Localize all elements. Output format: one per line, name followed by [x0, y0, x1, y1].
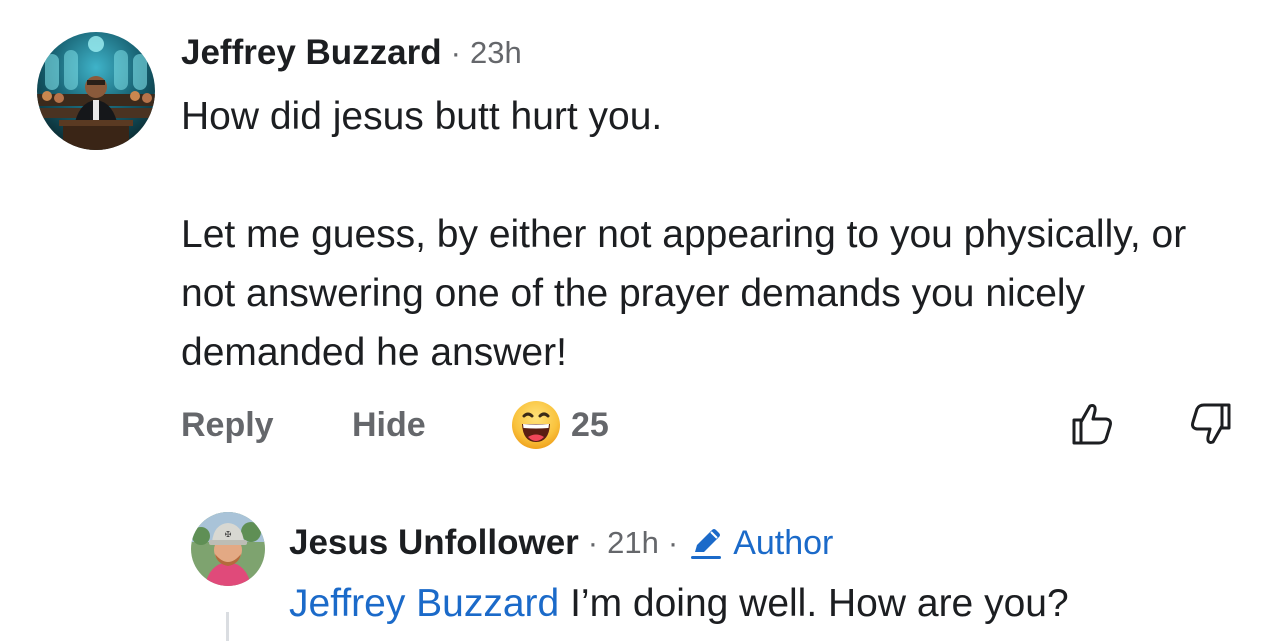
reply-header: Jesus Unfollower · 21h · Author: [289, 520, 833, 566]
meta-separator: ·: [450, 35, 461, 70]
author-badge: Author: [687, 524, 833, 563]
hide-button[interactable]: Hide: [352, 404, 426, 446]
thread-line: [226, 612, 229, 641]
comment-thread: Jeffrey Buzzard · 23h How did jesus butt…: [0, 0, 1284, 641]
author-name[interactable]: Jesus Unfollower: [289, 523, 579, 563]
timestamp[interactable]: 23h: [470, 35, 522, 71]
avatar[interactable]: [37, 32, 155, 150]
reaction-count: 25: [571, 405, 609, 444]
reaction-summary[interactable]: 25: [511, 400, 609, 450]
timestamp[interactable]: 21h: [607, 525, 659, 561]
comment-paragraph: Let me guess, by either not appearing to…: [181, 213, 1187, 374]
pencil-icon: [691, 529, 722, 559]
thumbs-down-icon[interactable]: [1187, 400, 1235, 448]
thumbs-up-icon[interactable]: [1068, 400, 1116, 448]
comment-header: Jeffrey Buzzard · 23h: [181, 30, 522, 76]
author-badge-label: Author: [733, 523, 834, 562]
reply-body: Jeffrey Buzzard I’m doing well. How are …: [289, 578, 1069, 630]
author-name[interactable]: Jeffrey Buzzard: [181, 33, 442, 73]
avatar[interactable]: ✠: [191, 512, 265, 586]
comment-paragraph: How did jesus butt hurt you.: [181, 95, 663, 138]
mention-link[interactable]: Jeffrey Buzzard: [289, 582, 559, 625]
laughing-emoji-icon: [512, 401, 560, 449]
comment-body: How did jesus butt hurt you. Let me gues…: [181, 87, 1241, 382]
svg-text:✠: ✠: [225, 530, 232, 539]
meta-separator: ·: [587, 525, 599, 560]
avatar-image: [37, 32, 155, 150]
avatar-image: ✠: [191, 512, 265, 586]
reply-button[interactable]: Reply: [181, 404, 274, 446]
reply-text: I’m doing well. How are you?: [559, 582, 1069, 625]
meta-separator: ·: [667, 525, 679, 560]
